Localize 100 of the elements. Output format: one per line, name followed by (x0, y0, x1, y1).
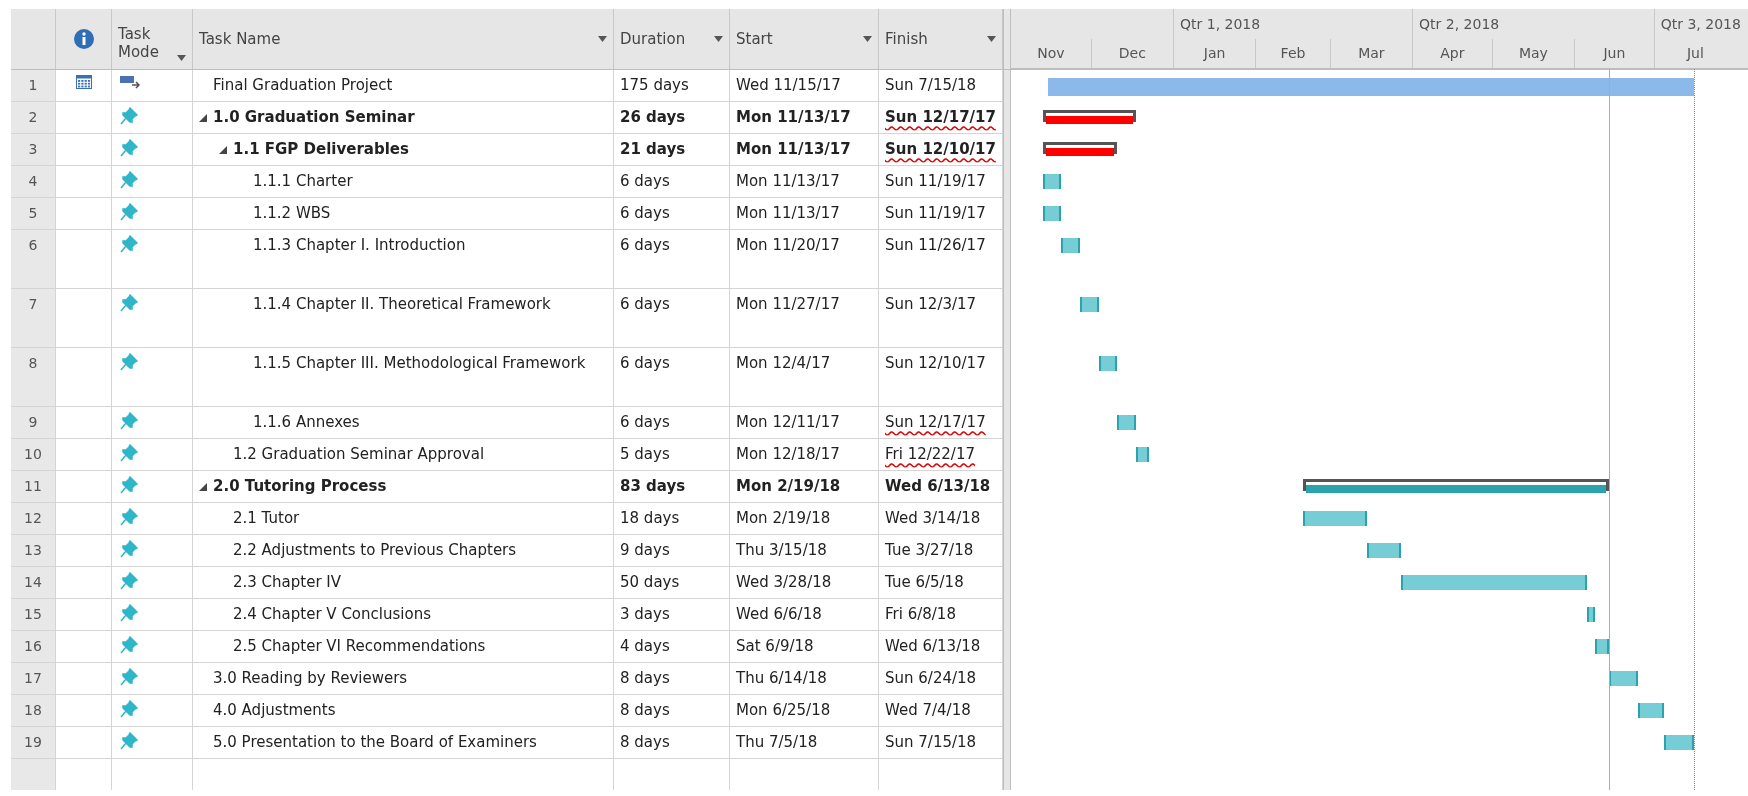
duration-value: 6 days (620, 235, 670, 256)
task-name: 1.1.6 Annexes (253, 412, 360, 433)
finish-date: Wed 6/13/18 (885, 476, 991, 497)
duration-value: 21 days (620, 139, 686, 160)
collapse-triangle-icon[interactable] (199, 483, 207, 491)
row-number: 1 (27, 76, 39, 95)
start-date: Mon 11/13/17 (736, 171, 840, 192)
finish-date: Wed 7/4/18 (885, 700, 971, 721)
column-header[interactable]: Duration (614, 9, 730, 69)
column-header[interactable]: Task Mode (112, 9, 193, 69)
collapse-triangle-icon[interactable] (199, 114, 207, 122)
column-header[interactable]: Start (730, 9, 879, 69)
duration-value: 50 days (620, 572, 680, 593)
dropdown-caret-icon[interactable] (177, 55, 186, 61)
finish-date: Sun 7/15/18 (885, 75, 977, 96)
column-header[interactable]: Task Name (193, 9, 614, 69)
duration-value: 83 days (620, 476, 686, 497)
task-name: 5.0 Presentation to the Board of Examiners (213, 732, 537, 753)
duration-value: 6 days (620, 353, 670, 374)
task-name: 1.0 Graduation Seminar (213, 107, 415, 128)
duration-value: 3 days (620, 604, 670, 625)
task-name: 1.1.3 Chapter I. Introduction (253, 235, 466, 256)
finish-date: Sun 7/15/18 (885, 732, 977, 753)
finish-date: Sun 11/19/17 (885, 203, 986, 224)
row-number: 2 (27, 108, 39, 127)
calendar-icon[interactable] (75, 75, 92, 89)
row-number: 8 (27, 354, 39, 373)
finish-date: Tue 6/5/18 (885, 572, 964, 593)
duration-value: 6 days (620, 294, 670, 315)
dropdown-caret-icon[interactable] (714, 36, 723, 42)
row-number: 18 (23, 701, 43, 720)
duration-value: 8 days (620, 732, 670, 753)
dropdown-caret-icon[interactable] (987, 36, 996, 42)
start-date: Thu 3/15/18 (736, 540, 827, 561)
task-name: 1.1.5 Chapter III. Methodological Framework (253, 353, 586, 374)
duration-value: 18 days (620, 508, 680, 529)
start-date: Mon 2/19/18 (736, 508, 831, 529)
row-number: 13 (23, 541, 43, 560)
quarter-label: Qtr 3, 2018 (1653, 9, 1748, 39)
duration-value: 175 days (620, 75, 689, 96)
task-name: 2.1 Tutor (233, 508, 300, 529)
row-number: 9 (27, 413, 39, 432)
pane-splitter[interactable] (1003, 70, 1011, 102)
task-name: 2.0 Tutoring Process (213, 476, 387, 497)
finish-date: Sun 12/17/17 (885, 107, 996, 128)
row-number: 6 (27, 236, 39, 255)
row-number: 7 (27, 295, 39, 314)
start-date: Wed 3/28/18 (736, 572, 832, 593)
task-name: 2.2 Adjustments to Previous Chapters (233, 540, 517, 561)
start-date: Mon 12/18/17 (736, 444, 840, 465)
start-date: Wed 6/6/18 (736, 604, 822, 625)
task-name: 2.5 Chapter VI Recommendations (233, 636, 486, 657)
duration-value: 6 days (620, 412, 670, 433)
month-label: Nov (1036, 44, 1066, 64)
month-label: May (1491, 38, 1574, 68)
row-number: 5 (27, 204, 39, 223)
month-label: Jan (1173, 38, 1256, 68)
row-number: 10 (23, 445, 43, 464)
month-label: Mar (1329, 38, 1412, 68)
duration-value: 9 days (620, 540, 670, 561)
finish-date: Sun 12/17/17 (885, 412, 986, 433)
finish-date: Wed 3/14/18 (885, 508, 981, 529)
row-number: 15 (23, 605, 43, 624)
duration-value: 26 days (620, 107, 686, 128)
finish-date: Wed 6/13/18 (885, 636, 981, 657)
start-date: Mon 11/13/17 (736, 203, 840, 224)
start-date: Mon 2/19/18 (736, 476, 841, 497)
task-name: 1.2 Graduation Seminar Approval (233, 444, 485, 465)
duration-value: 8 days (620, 700, 670, 721)
start-date: Thu 7/5/18 (736, 732, 818, 753)
start-date: Mon 11/13/17 (736, 107, 851, 128)
row-number: 14 (23, 573, 43, 592)
task-name: 3.0 Reading by Reviewers (213, 668, 408, 689)
finish-date: Sun 11/19/17 (885, 171, 986, 192)
quarter-label: Qtr 1, 2018 (1173, 9, 1413, 39)
dropdown-caret-icon[interactable] (863, 36, 872, 42)
finish-date: Fri 6/8/18 (885, 604, 956, 625)
start-date: Sat 6/9/18 (736, 636, 814, 657)
start-date: Mon 11/27/17 (736, 294, 840, 315)
start-date: Wed 11/15/17 (736, 75, 841, 96)
collapse-triangle-icon[interactable] (219, 146, 227, 154)
finish-date: Sun 12/10/17 (885, 353, 986, 374)
dropdown-caret-icon[interactable] (598, 36, 607, 42)
pane-splitter[interactable] (1003, 759, 1011, 790)
row-number: 12 (23, 509, 43, 528)
month-label: Jun (1574, 38, 1654, 68)
finish-date: Tue 3/27/18 (885, 540, 974, 561)
start-date: Thu 6/14/18 (736, 668, 827, 689)
task-name: 4.0 Adjustments (213, 700, 336, 721)
start-date: Mon 12/11/17 (736, 412, 840, 433)
pane-splitter[interactable] (1003, 9, 1011, 69)
start-date: Mon 11/13/17 (736, 139, 851, 160)
finish-date: Sun 12/10/17 (885, 139, 996, 160)
month-label: Feb (1255, 38, 1330, 68)
quarter-label: Qtr 2, 2018 (1412, 9, 1654, 39)
duration-value: 4 days (620, 636, 670, 657)
finish-date: Sun 11/26/17 (885, 235, 986, 256)
row-number: 19 (23, 733, 43, 752)
duration-value: 8 days (620, 668, 670, 689)
task-name: 1.1.2 WBS (253, 203, 331, 224)
